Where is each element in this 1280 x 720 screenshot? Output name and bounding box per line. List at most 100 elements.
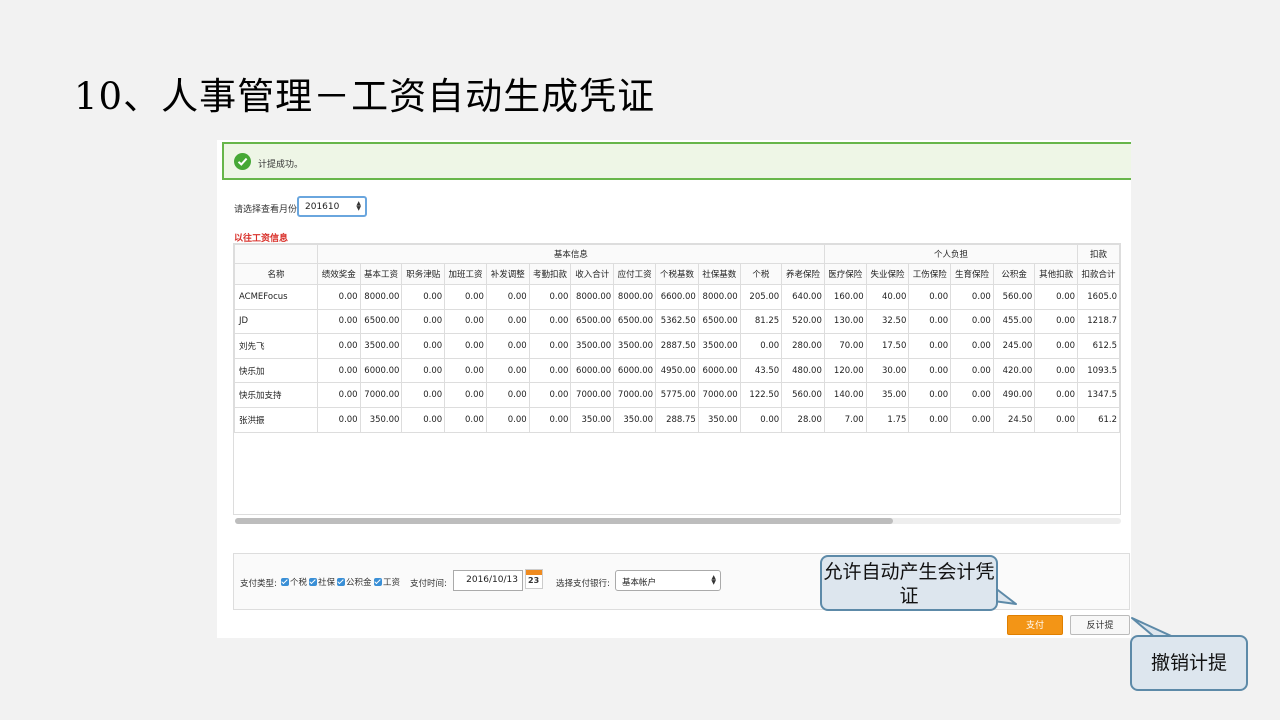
- table-cell: 0.00: [401, 308, 446, 335]
- table-cell: 0.00: [485, 406, 530, 433]
- column-header[interactable]: 名称: [234, 263, 318, 285]
- table-cell: 0.00: [528, 308, 572, 335]
- column-header[interactable]: 个税: [739, 263, 783, 285]
- table-cell: 205.00: [739, 284, 783, 310]
- calendar-icon[interactable]: 23: [525, 569, 543, 589]
- table-cell: 8000.00: [570, 284, 615, 310]
- checkbox-label: 工资: [383, 578, 401, 588]
- horizontal-scrollbar[interactable]: [235, 518, 1121, 524]
- table-cell: 4950.00: [655, 357, 699, 384]
- reverse-accrual-button[interactable]: 反计提: [1070, 615, 1130, 635]
- column-header[interactable]: 收入合计: [570, 263, 615, 285]
- table-cell: 0.00: [528, 357, 572, 384]
- table-cell: 6000.00: [359, 357, 403, 384]
- table-cell: 3500.00: [359, 333, 403, 359]
- column-header[interactable]: 个税基数: [655, 263, 699, 285]
- updown-arrow-icon: ▲ ▼: [711, 574, 716, 586]
- table-cell: 0.00: [528, 382, 572, 408]
- table-cell: 6600.00: [655, 284, 699, 310]
- table-cell: 0.00: [485, 357, 530, 384]
- table-cell: 0.00: [485, 284, 530, 310]
- table-cell: 32.50: [865, 308, 910, 335]
- callout-undo-accrual: 撤销计提: [1130, 635, 1248, 691]
- column-header[interactable]: 公积金: [992, 263, 1036, 285]
- table-group-header-row: 基本信息 个人负担 扣款: [234, 244, 1120, 264]
- employee-name-cell: 张洪振: [234, 406, 318, 433]
- column-header[interactable]: 考勤扣款: [528, 263, 572, 285]
- table-cell: 28.00: [781, 406, 825, 433]
- table-cell: 122.50: [739, 382, 783, 408]
- scrollbar-thumb[interactable]: [235, 518, 893, 524]
- pay-button[interactable]: 支付: [1007, 615, 1063, 635]
- table-cell: 0.00: [950, 357, 994, 384]
- table-cell: 0.00: [950, 406, 994, 433]
- check-circle-icon: [234, 153, 251, 170]
- table-cell: 6000.00: [697, 357, 741, 384]
- table-cell: 0.00: [316, 308, 361, 335]
- column-header[interactable]: 补发调整: [485, 263, 530, 285]
- bank-select[interactable]: 基本帐户 ▲ ▼: [615, 570, 721, 591]
- month-select[interactable]: 201610 ▲ ▼: [297, 196, 367, 217]
- employee-name-cell: JD: [234, 308, 318, 335]
- table-cell: 0.00: [1034, 333, 1079, 359]
- column-header[interactable]: 加班工资: [444, 263, 487, 285]
- table-cell: 0.00: [485, 333, 530, 359]
- checkbox-tax[interactable]: 个税: [281, 576, 307, 588]
- table-cell: 7000.00: [613, 382, 657, 408]
- table-row[interactable]: 快乐加 0.00 6000.00 0.00 0.00 0.00 0.00 6000.00 600…: [234, 357, 1120, 384]
- table-cell: 640.00: [781, 284, 825, 310]
- column-header[interactable]: 工伤保险: [908, 263, 952, 285]
- group-header-blank: [234, 244, 318, 264]
- updown-arrow-icon: ▲ ▼: [356, 200, 361, 212]
- table-cell: 3500.00: [697, 333, 741, 359]
- table-cell: 5362.50: [655, 308, 699, 335]
- table-cell: 0.00: [444, 406, 487, 433]
- payment-date-input[interactable]: 2016/10/13: [453, 570, 523, 591]
- table-cell: 0.00: [316, 284, 361, 310]
- employee-name-cell: 快乐加: [234, 357, 318, 384]
- table-cell: 0.00: [528, 406, 572, 433]
- table-cell: 0.00: [950, 382, 994, 408]
- salary-table-container[interactable]: 基本信息 个人负担 扣款 名称 绩效奖金 基本工资 职务津贴 加班工资 补发调整 考勤扣款 收入合…: [233, 243, 1121, 515]
- table-cell: 0.00: [908, 284, 952, 310]
- table-row[interactable]: JD 0.00 6500.00 0.00 0.00 0.00 0.00 6500.00 6500…: [234, 308, 1120, 335]
- table-cell: 0.00: [528, 333, 572, 359]
- table-row[interactable]: 快乐加支持 0.00 7000.00 0.00 0.00 0.00 0.00 7000.00 7…: [234, 382, 1120, 408]
- checkbox-salary[interactable]: 工资: [374, 576, 400, 588]
- table-cell: 120.00: [823, 357, 867, 384]
- table-cell: 40.00: [865, 284, 910, 310]
- column-header[interactable]: 生育保险: [950, 263, 994, 285]
- column-header[interactable]: 医疗保险: [823, 263, 867, 285]
- employee-name-cell: 刘先飞: [234, 333, 318, 359]
- checkbox-social-security[interactable]: 社保: [309, 576, 335, 588]
- table-cell: 3500.00: [570, 333, 615, 359]
- column-header[interactable]: 绩效奖金: [316, 263, 361, 285]
- checkbox-housing-fund[interactable]: 公积金: [337, 576, 372, 588]
- table-cell: 8000.00: [613, 284, 657, 310]
- column-header[interactable]: 基本工资: [359, 263, 403, 285]
- callout-auto-voucher: 允许自动产生会计凭证: [820, 555, 998, 611]
- table-row[interactable]: 刘先飞 0.00 3500.00 0.00 0.00 0.00 0.00 3500.00 350…: [234, 333, 1120, 359]
- employee-name-cell: ACMEFocus: [234, 284, 318, 310]
- column-header[interactable]: 失业保险: [865, 263, 910, 285]
- column-header[interactable]: 应付工资: [613, 263, 657, 285]
- table-cell: 160.00: [823, 284, 867, 310]
- table-cell: 7.00: [823, 406, 867, 433]
- column-header[interactable]: 其他扣款: [1034, 263, 1079, 285]
- table-row[interactable]: ACMEFocus 0.00 8000.00 0.00 0.00 0.00 0.00 8000…: [234, 284, 1120, 310]
- table-cell: 0.00: [401, 406, 446, 433]
- table-cell: 0.00: [1034, 357, 1079, 384]
- column-header[interactable]: 扣款合计: [1077, 263, 1120, 285]
- slide-title: 10、人事管理－工资自动生成凭证: [74, 75, 656, 118]
- table-cell: 0.00: [401, 284, 446, 310]
- table-cell: 350.00: [359, 406, 403, 433]
- column-header[interactable]: 职务津贴: [401, 263, 446, 285]
- table-cell: 0.00: [1034, 406, 1079, 433]
- table-row[interactable]: 张洪振 0.00 350.00 0.00 0.00 0.00 0.00 350.00 350.0…: [234, 406, 1120, 433]
- table-cell: 130.00: [823, 308, 867, 335]
- payment-time-label: 支付时间:: [410, 579, 447, 589]
- table-cell: 350.00: [570, 406, 615, 433]
- column-header[interactable]: 养老保险: [781, 263, 825, 285]
- column-header[interactable]: 社保基数: [697, 263, 741, 285]
- table-cell: 560.00: [781, 382, 825, 408]
